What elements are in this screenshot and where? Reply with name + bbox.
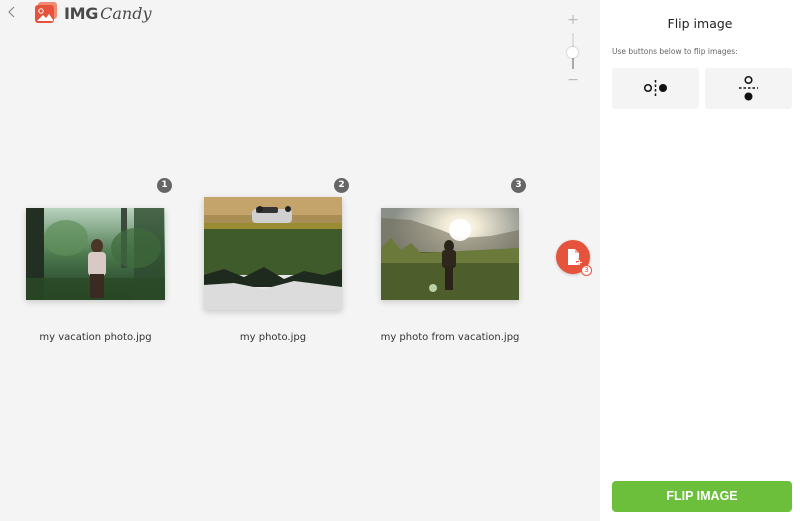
logo[interactable]: IMG Candy (34, 1, 151, 25)
file-index-badge: 3 (511, 178, 526, 193)
flip-vertical-button[interactable] (705, 68, 792, 109)
file-name: my photo.jpg (239, 332, 307, 343)
flip-horizontal-icon (643, 80, 667, 97)
zoom-in-button[interactable]: + (567, 13, 579, 27)
panel-title: Flip image (667, 16, 733, 31)
back-button[interactable] (5, 4, 19, 20)
flip-image-button[interactable]: FLIP IMAGE (612, 481, 792, 512)
flipped-car-landscape-image (204, 197, 342, 310)
zoom-out-button[interactable]: − (567, 73, 579, 87)
logo-text-primary: IMG (64, 3, 99, 23)
file-thumbnail[interactable] (26, 208, 165, 300)
file-index-badge: 2 (334, 178, 349, 193)
flip-horizontal-button[interactable] (612, 68, 699, 109)
file-thumbnail[interactable] (204, 197, 342, 310)
sunlit-hiker-image (381, 208, 519, 300)
file-index-badge: 1 (157, 178, 172, 193)
panel-hint: Use buttons below to flip images: (612, 47, 738, 56)
flip-vertical-icon (739, 75, 758, 101)
logo-text-secondary: Candy (100, 3, 152, 23)
file-name: my photo from vacation.jpg (380, 332, 520, 343)
file-thumbnail[interactable] (381, 208, 519, 300)
logo-icon (35, 2, 57, 23)
file-count-badge: 3 (581, 265, 592, 276)
forest-hiker-image (26, 208, 165, 300)
chevron-left-icon (8, 6, 15, 18)
file-name: my vacation photo.jpg (39, 332, 152, 343)
